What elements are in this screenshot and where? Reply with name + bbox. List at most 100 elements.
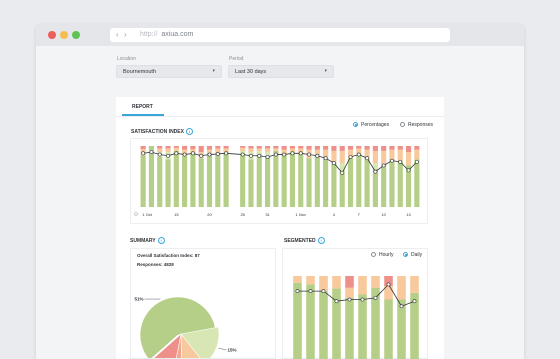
trend-point [373,169,378,174]
summary-title: SUMMARY i [130,237,165,244]
bar-segment [345,297,354,359]
trend-point [360,297,365,302]
trend-point [307,152,311,157]
radio-hourly[interactable]: Hourly [371,252,393,258]
bar-segment [371,276,380,288]
radio-selected-icon [353,122,358,128]
tab-report-label: REPORT [132,104,153,110]
bar-segment [314,146,320,150]
bar-segment [356,146,362,149]
bar-segment [298,153,304,207]
bar-segment [319,276,328,292]
bar-segment [206,146,213,150]
tab-report[interactable]: REPORT [116,97,164,116]
bar-segment [190,153,196,207]
segmented-title-text: SEGMENTED [284,237,316,244]
bar-segment [248,159,254,207]
radio-unselected-icon [371,252,376,258]
bar-segment [173,150,179,207]
bar-segment [414,149,420,160]
trend-point [166,153,170,158]
bar-segment [173,146,179,148]
trend-point [347,297,352,302]
info-icon[interactable]: i [157,237,165,244]
page-content: Location Bournemouth ▾ Period Last 30 da… [36,46,524,359]
bar-segment [240,146,246,148]
bar-segment [384,299,393,359]
pie-label: 51% [134,297,143,302]
bar-segment [306,284,315,359]
info-icon[interactable]: i [185,128,193,135]
bar-segment [339,170,345,207]
radio-percentages[interactable]: Percentages [353,122,389,128]
location-select[interactable]: Bournemouth ▾ [116,65,222,78]
x-tick-label: 20 [207,212,212,217]
summary-pie-chart: 51%15%9%3%9% [134,297,236,358]
bar-segment [372,146,378,151]
bar-segment [293,282,302,359]
period-select[interactable]: Last 30 days ▾ [228,65,334,78]
bar-segment [157,156,163,207]
bar-segment [356,154,362,207]
bar-segment [165,148,171,153]
radio-responses[interactable]: Responses [400,122,433,128]
radio-responses-label: Responses [408,122,434,128]
bar-segment [206,154,213,207]
x-tick-label: 31 [265,212,270,217]
chevron-down-icon: ▾ [324,68,327,74]
calendar-icon [134,212,138,216]
bar-segment [281,154,287,207]
forward-icon[interactable]: › [124,30,127,40]
bar-segment [358,276,367,295]
bar-segment [405,152,412,166]
divider [116,116,444,117]
satisfaction-index-title-text: SATISFACTION INDEX [131,128,184,135]
bar-segment [256,154,262,207]
bar-segment [347,158,354,207]
trend-point [373,295,378,300]
bar-segment [289,152,296,207]
bar-segment [397,160,403,207]
bar-segment [345,276,354,288]
bar-segment [381,146,387,151]
info-icon[interactable]: i [317,237,325,244]
bar-segment [323,156,329,207]
trend-point [386,282,391,287]
period-value: Last 30 days [235,69,267,75]
url-protocol: http:// [140,31,158,38]
bar-segment [319,291,328,359]
bar-segment [256,148,262,151]
trend-point [298,151,303,156]
radio-daily[interactable]: Daily [403,252,422,258]
summary-panel: Overall Satisfaction Index: 87 Responses… [130,248,276,359]
period-label: Period [229,56,244,62]
bar-segment [173,147,179,151]
trend-point [414,159,419,164]
bar-segment [273,150,279,207]
bar-segment [323,146,329,150]
bar-segment [248,146,254,149]
bar-segment [140,155,146,207]
trend-point [315,153,320,158]
location-value: Bournemouth [123,69,157,75]
bar-segment [410,276,419,293]
bar-segment [345,287,354,298]
bar-segment [264,146,271,149]
trend-point [215,152,220,156]
bar-segment [240,147,246,151]
x-tick-label: 10 [381,212,386,217]
bar-segment [256,146,262,149]
trend-point [334,299,339,304]
maximize-window-button[interactable] [72,31,80,39]
bar-segment [157,148,163,153]
back-icon[interactable]: ‹ [116,30,119,40]
bar-segment [182,155,188,207]
close-window-button[interactable] [48,31,56,39]
trend-point [321,289,326,294]
minimize-window-button[interactable] [60,31,68,39]
address-bar[interactable]: ‹ › http:// axiua.com [110,28,450,42]
trend-point [141,151,146,156]
bar-segment [372,150,378,164]
trend-point [240,152,245,157]
bar-segment [389,149,395,160]
